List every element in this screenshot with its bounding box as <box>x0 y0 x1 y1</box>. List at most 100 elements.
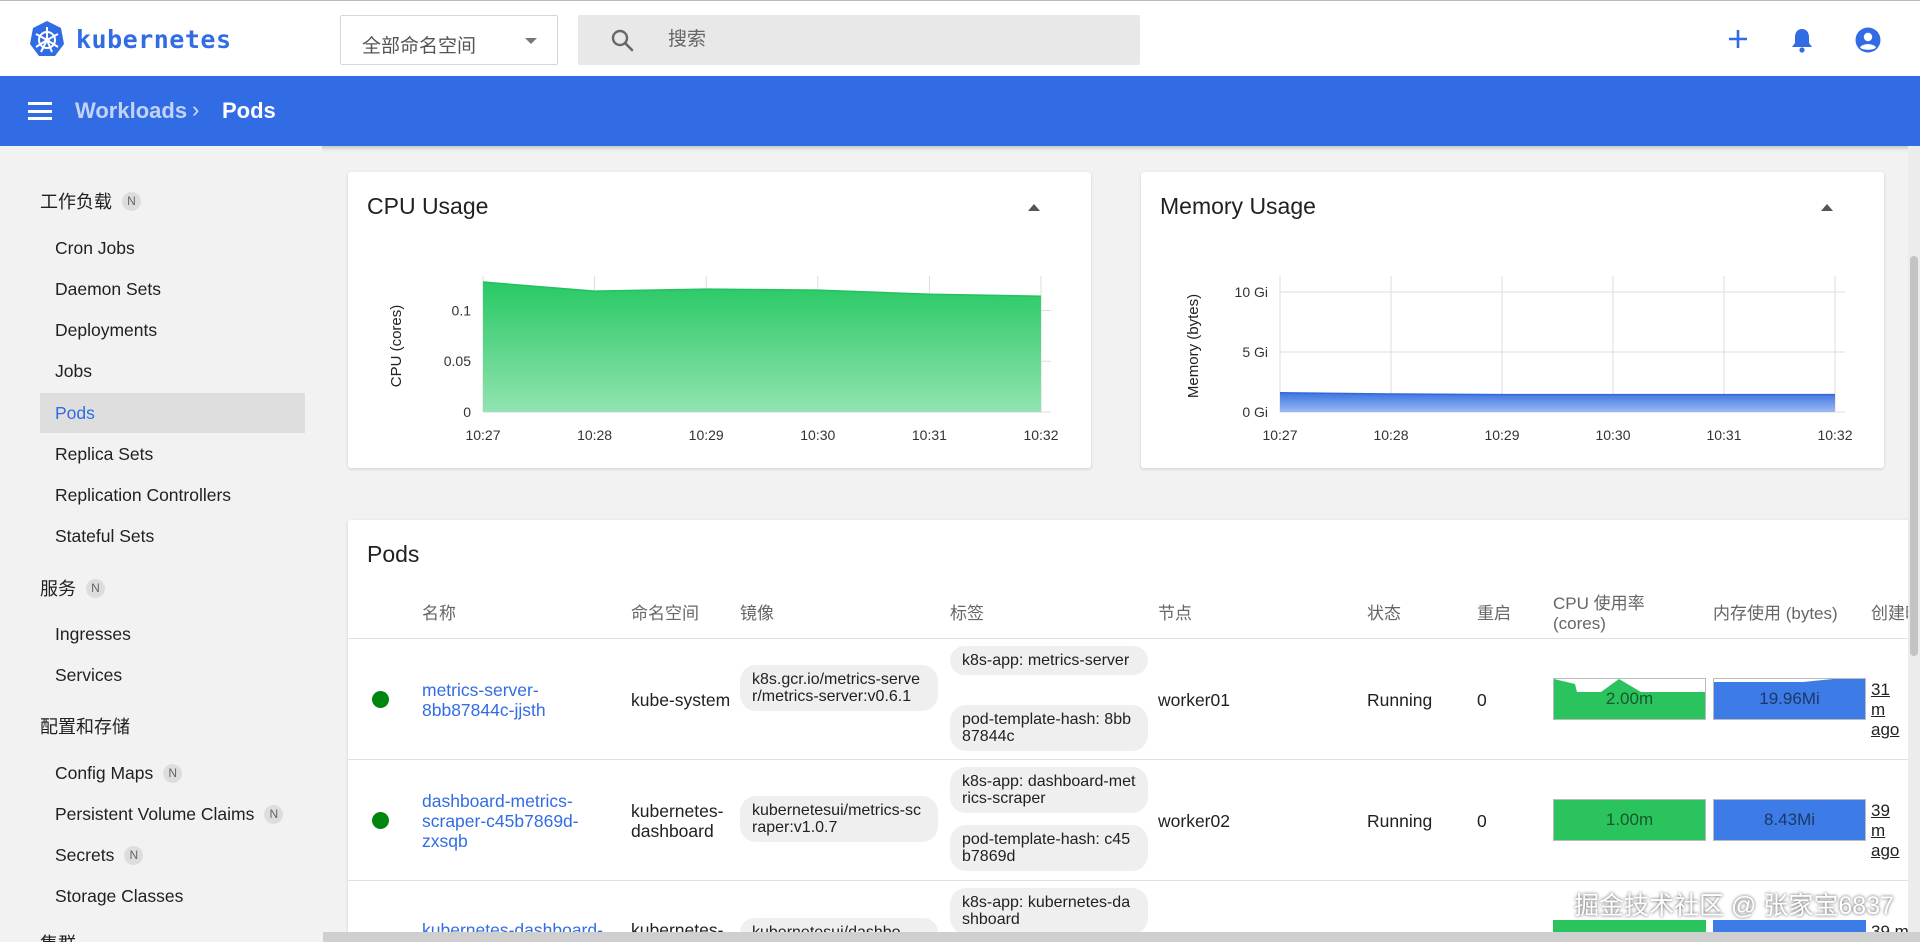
column-header-namespace[interactable]: 命名空间 <box>631 604 699 624</box>
menu-icon[interactable] <box>28 102 52 120</box>
y-tick-label: 0 Gi <box>1242 404 1268 420</box>
sidebar-item-ingresses[interactable]: Ingresses <box>40 614 305 654</box>
pod-age[interactable]: 39 m ago <box>1871 801 1908 861</box>
image-chip: kubernetesui/metrics-scraper:v1.0.7 <box>740 796 938 842</box>
sidebar-section-label: 工作负载 <box>40 192 112 212</box>
page-title: Pods <box>222 98 276 123</box>
namespace-select[interactable]: 全部命名空间 <box>340 15 558 65</box>
sidebar-item-label: Services <box>55 664 123 685</box>
y-tick-label: 0.05 <box>444 353 471 369</box>
pod-name-link[interactable]: dashboard-metrics-scraper-c45b7869d-zxsq… <box>422 791 597 851</box>
pod-name-link[interactable]: metrics-server-8bb87844c-jjsth <box>422 680 572 720</box>
pod-status: Running <box>1367 690 1433 710</box>
sidebar-item-persistent-volume-claims[interactable]: Persistent Volume Claims N <box>40 794 305 834</box>
memory-value: 19.96Mi <box>1759 689 1820 708</box>
label-chip: k8s-app: kubernetes-dashboard <box>950 888 1148 934</box>
sidebar-section-label: 集群 <box>40 930 76 942</box>
memory-usage-chart: 10:27 10:28 10:29 10:30 10:31 10:32 0 Gi 5 Gi 10… <box>1185 276 1853 443</box>
account-icon[interactable] <box>1855 27 1881 58</box>
namespaced-badge: N <box>163 763 183 783</box>
sidebar-item-stateful-sets[interactable]: Stateful Sets <box>40 516 305 556</box>
pod-restarts: 0 <box>1477 811 1487 831</box>
namespaced-badge: N <box>124 845 144 865</box>
sidebar-item-label: Config Maps <box>55 762 154 783</box>
sidebar-section-cluster[interactable]: 集群 <box>40 930 76 942</box>
add-icon[interactable] <box>1726 27 1750 56</box>
column-header-node[interactable]: 节点 <box>1158 604 1192 624</box>
sidebar-item-label: Pods <box>55 402 95 423</box>
sidebar: 工作负载 N Cron Jobs Daemon Sets Deployments… <box>0 146 322 942</box>
sidebar-section-workloads[interactable]: 工作负载 N <box>40 188 141 214</box>
table-divider <box>348 880 1920 881</box>
header-bar: Workloads › Pods <box>0 76 1920 146</box>
status-running-icon <box>372 812 389 829</box>
column-header-cpu[interactable]: CPU 使用率 (cores) <box>1553 594 1663 634</box>
scrollbar-thumb[interactable] <box>1910 256 1918 656</box>
memory-value: 8.43Mi <box>1763 810 1816 829</box>
column-header-memory[interactable]: 内存使用 (bytes) <box>1713 604 1838 624</box>
namespaced-badge: N <box>122 191 141 211</box>
sidebar-item-label: Ingresses <box>55 623 131 644</box>
x-tick-label: 10:32 <box>1023 427 1058 443</box>
bell-icon[interactable] <box>1790 27 1814 58</box>
sidebar-item-cron-jobs[interactable]: Cron Jobs <box>40 228 305 268</box>
sidebar-item-label: Storage Classes <box>55 885 184 906</box>
sidebar-section-services[interactable]: 服务 N <box>40 575 105 601</box>
sidebar-item-replica-sets[interactable]: Replica Sets <box>40 434 305 474</box>
sidebar-section-label: 服务 <box>40 579 76 599</box>
namespace-select-value: 全部命名空间 <box>362 36 477 57</box>
y-tick-label: 0.1 <box>452 302 472 318</box>
x-tick-label: 10:29 <box>1484 427 1519 443</box>
search-input[interactable] <box>668 27 1108 53</box>
app-name: kubernetes <box>76 24 232 54</box>
sidebar-item-daemon-sets[interactable]: Daemon Sets <box>40 269 305 309</box>
namespaced-badge: N <box>264 804 284 824</box>
sidebar-item-replication-controllers[interactable]: Replication Controllers <box>40 475 305 515</box>
sidebar-section-config-storage[interactable]: 配置和存储 <box>40 713 130 739</box>
x-tick-label: 10:31 <box>912 427 947 443</box>
breadcrumb-workloads[interactable]: Workloads <box>75 98 187 124</box>
top-bar: kubernetes 全部命名空间 <box>0 0 1920 76</box>
sidebar-item-storage-classes[interactable]: Storage Classes <box>40 876 305 916</box>
sidebar-item-config-maps[interactable]: Config Maps N <box>40 753 305 793</box>
label-chip: pod-template-hash: c45b7869d <box>950 825 1148 871</box>
y-tick-label: 10 Gi <box>1235 284 1268 300</box>
sidebar-item-deployments[interactable]: Deployments <box>40 310 305 350</box>
kubernetes-logo[interactable]: kubernetes <box>28 20 232 58</box>
cpu-value: 1.00m <box>1605 810 1654 829</box>
sidebar-item-label: Deployments <box>55 319 158 340</box>
vertical-scrollbar[interactable] <box>1908 146 1920 932</box>
column-header-labels: 标签 <box>950 604 984 623</box>
sidebar-item-pods[interactable]: Pods <box>40 393 305 433</box>
label-chip: pod-template-hash: 8bb87844c <box>950 705 1148 751</box>
sidebar-item-label: Stateful Sets <box>55 525 155 546</box>
pod-status: Running <box>1367 811 1433 831</box>
sidebar-item-secrets[interactable]: Secrets N <box>40 835 305 875</box>
x-tick-label: 10:28 <box>1373 427 1408 443</box>
y-tick-label: 0 <box>463 404 471 420</box>
y-axis-label: Memory (bytes) <box>1185 294 1202 398</box>
pod-restarts: 0 <box>1477 690 1487 710</box>
y-tick-label: 5 Gi <box>1242 344 1268 360</box>
column-header-created[interactable]: 创建时间 <box>1871 604 1908 624</box>
memory-sparkline: 19.96Mi <box>1713 678 1866 720</box>
x-tick-label: 10:29 <box>689 427 724 443</box>
cpu-usage-card: CPU Usage 10:27 10:28 10:29 10:30 10:31 10:32… <box>348 172 1091 468</box>
column-header-status[interactable]: 状态 <box>1367 604 1401 624</box>
sidebar-item-label: Replica Sets <box>55 443 154 464</box>
column-header-name[interactable]: 名称 <box>422 604 456 624</box>
horizontal-scrollbar[interactable] <box>323 932 1920 942</box>
x-tick-label: 10:32 <box>1817 427 1852 443</box>
pod-node: worker01 <box>1158 690 1230 710</box>
pod-namespace: kube-system <box>631 690 731 710</box>
y-axis-label: CPU (cores) <box>388 305 405 388</box>
pod-age[interactable]: 31 m ago <box>1871 680 1908 740</box>
pod-namespace: kubernetes-dashboard <box>631 801 724 841</box>
pod-node: worker02 <box>1158 811 1230 831</box>
search-box[interactable] <box>578 15 1140 65</box>
column-header-restarts[interactable]: 重启 <box>1477 604 1511 624</box>
sidebar-item-jobs[interactable]: Jobs <box>40 351 305 391</box>
search-icon <box>610 28 634 57</box>
sidebar-item-services[interactable]: Services <box>40 655 305 695</box>
sidebar-section-label: 配置和存储 <box>40 717 130 737</box>
